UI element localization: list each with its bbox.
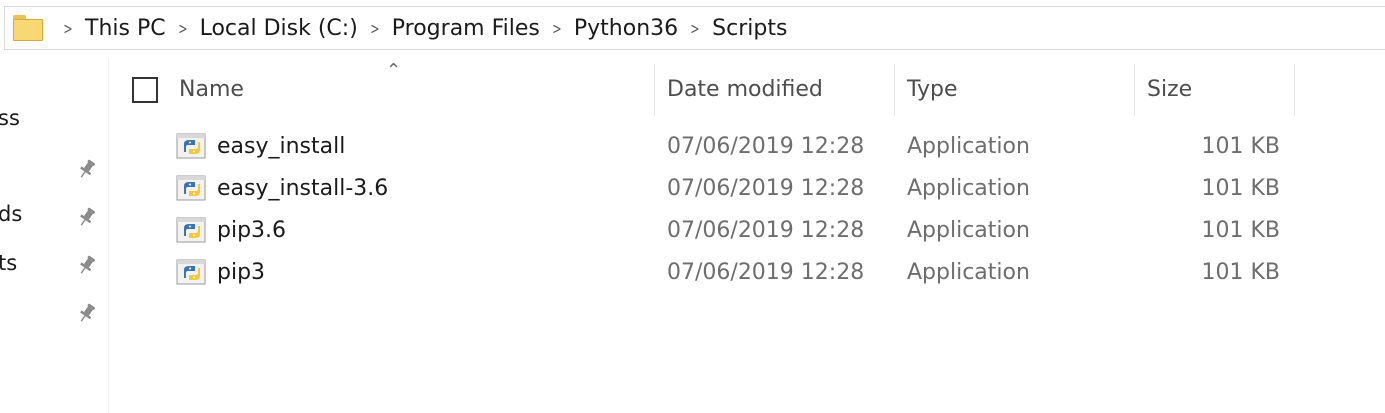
python-app-icon xyxy=(176,175,206,201)
chevron-right-icon[interactable]: > xyxy=(59,19,77,38)
chevron-right-icon[interactable]: > xyxy=(548,19,566,38)
file-row[interactable]: pip3 07/06/2019 12:28 Application 101 KB xyxy=(110,252,1295,294)
chevron-right-icon[interactable]: > xyxy=(366,19,384,38)
file-name[interactable]: pip3 xyxy=(217,260,265,285)
file-name[interactable]: easy_install xyxy=(217,134,345,159)
breadcrumb-item-local-disk[interactable]: Local Disk (C:) xyxy=(196,16,362,41)
pin-icon[interactable] xyxy=(76,254,98,276)
file-row[interactable]: easy_install-3.6 07/06/2019 12:28 Applic… xyxy=(110,168,1295,210)
file-size: 101 KB xyxy=(1201,176,1280,201)
file-name[interactable]: easy_install-3.6 xyxy=(217,176,388,201)
file-date-modified: 07/06/2019 12:28 xyxy=(667,134,865,159)
folder-icon xyxy=(13,15,43,41)
column-divider[interactable] xyxy=(654,64,655,116)
select-all-checkbox[interactable] xyxy=(132,77,158,103)
breadcrumb-item-scripts[interactable]: Scripts xyxy=(708,16,791,41)
address-bar: > This PC > Local Disk (C:) > Program Fi… xyxy=(0,0,1385,58)
column-header-date-modified[interactable]: Date modified xyxy=(667,77,823,102)
file-size: 101 KB xyxy=(1201,134,1280,159)
breadcrumb-item-python36[interactable]: Python36 xyxy=(570,16,682,41)
file-size: 101 KB xyxy=(1201,260,1280,285)
file-date-modified: 07/06/2019 12:28 xyxy=(667,218,865,243)
python-app-icon xyxy=(176,133,206,159)
python-app-icon xyxy=(176,217,206,243)
file-row[interactable]: pip3.6 07/06/2019 12:28 Application 101 … xyxy=(110,210,1295,252)
pin-icon[interactable] xyxy=(76,302,98,324)
file-size: 101 KB xyxy=(1201,218,1280,243)
column-divider[interactable] xyxy=(894,64,895,116)
column-header-type[interactable]: Type xyxy=(907,77,958,102)
file-row[interactable]: easy_install 07/06/2019 12:28 Applicatio… xyxy=(110,126,1295,168)
breadcrumb[interactable]: > This PC > Local Disk (C:) > Program Fi… xyxy=(4,6,1385,50)
file-name[interactable]: pip3.6 xyxy=(217,218,286,243)
python-app-icon xyxy=(176,259,206,285)
column-divider[interactable] xyxy=(1294,64,1295,116)
breadcrumb-item-this-pc[interactable]: This PC xyxy=(81,16,170,41)
nav-item-label[interactable]: ss xyxy=(0,106,20,130)
file-date-modified: 07/06/2019 12:28 xyxy=(667,176,865,201)
file-type: Application xyxy=(907,134,1030,159)
column-header-name[interactable]: Name xyxy=(179,77,244,102)
file-list: easy_install 07/06/2019 12:28 Applicatio… xyxy=(110,126,1310,294)
nav-item-label[interactable]: ts xyxy=(0,251,17,275)
breadcrumb-item-program-files[interactable]: Program Files xyxy=(388,16,544,41)
chevron-right-icon[interactable]: > xyxy=(173,19,191,38)
nav-item-label[interactable]: ds xyxy=(0,202,22,226)
column-divider[interactable] xyxy=(1134,64,1135,116)
column-header-size[interactable]: Size xyxy=(1147,77,1192,102)
file-type: Application xyxy=(907,218,1030,243)
sort-ascending-icon: ⌃ xyxy=(386,60,402,81)
navigation-pane: ss ds ts xyxy=(0,58,109,413)
file-type: Application xyxy=(907,260,1030,285)
pin-icon[interactable] xyxy=(76,158,98,180)
file-type: Application xyxy=(907,176,1030,201)
column-header-row: Name ⌃ Date modified Type Size xyxy=(110,60,1385,116)
chevron-right-icon[interactable]: > xyxy=(686,19,704,38)
pin-icon[interactable] xyxy=(76,206,98,228)
file-date-modified: 07/06/2019 12:28 xyxy=(667,260,865,285)
